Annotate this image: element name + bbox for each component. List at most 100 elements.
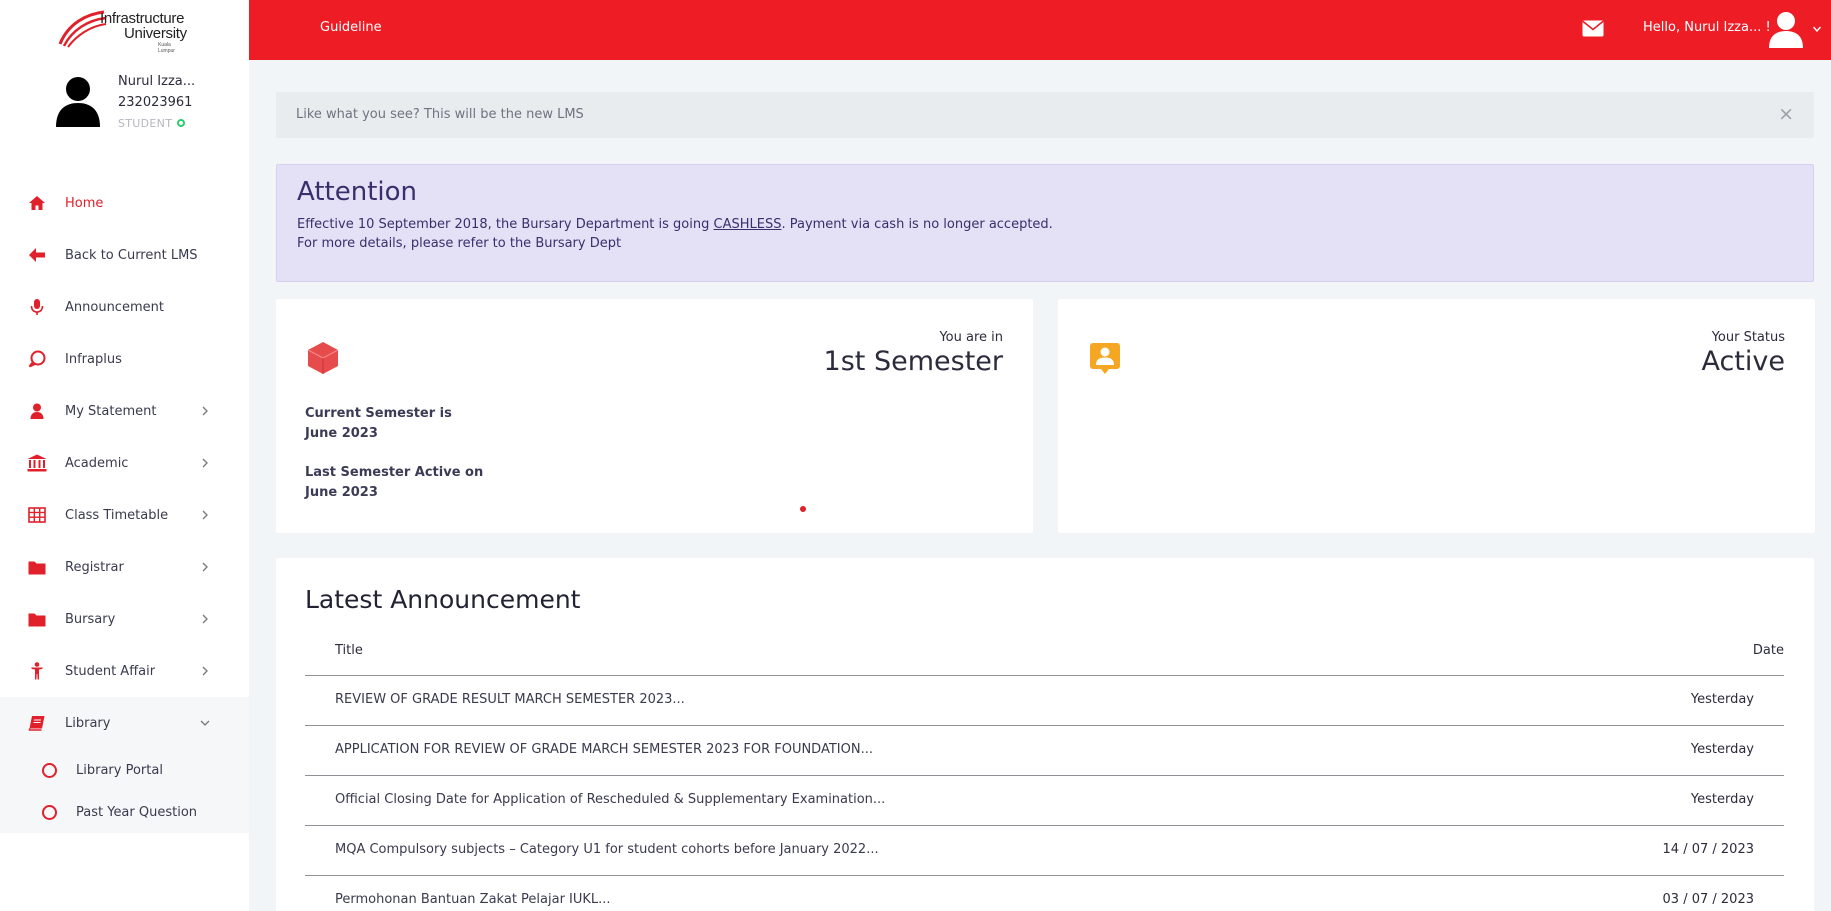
sidebar-item-label: Class Timetable	[65, 507, 169, 523]
column-header-title: Title	[335, 643, 363, 658]
folder-icon	[27, 557, 47, 577]
announcement-title: Latest Announcement	[305, 585, 581, 614]
semester-value: 1st Semester	[823, 346, 1003, 377]
home-icon	[27, 193, 47, 213]
table-row[interactable]: Official Closing Date for Application of…	[305, 776, 1784, 826]
announcement-row-title[interactable]: APPLICATION FOR REVIEW OF GRADE MARCH SE…	[335, 742, 873, 757]
chevron-right-icon	[202, 562, 208, 572]
sidebar-item-infraplus[interactable]: Infraplus	[0, 333, 249, 385]
current-semester-value: June 2023	[305, 426, 378, 441]
attention-line-1: Effective 10 September 2018, the Bursary…	[297, 217, 1053, 232]
folder-icon	[27, 609, 47, 629]
chat-bubble-icon	[27, 349, 47, 369]
last-semester-info: Last Semester Active on June 2023	[305, 463, 483, 503]
profile-id: 232023961	[118, 95, 193, 110]
table-row[interactable]: MQA Compulsory subjects – Category U1 fo…	[305, 826, 1784, 876]
status-caption: Your Status	[1711, 330, 1785, 345]
circle-icon	[42, 762, 57, 778]
column-header-date: Date	[1752, 643, 1784, 658]
sidebar-item-student-affair[interactable]: Student Affair	[0, 645, 249, 697]
announcement-row-date: Yesterday	[1690, 692, 1754, 707]
user-avatar-icon[interactable]	[1768, 10, 1804, 48]
attention-text-pre: Effective 10 September 2018, the Bursary…	[297, 217, 714, 232]
sidebar-item-library[interactable]: Library	[0, 697, 249, 749]
chevron-down-icon	[200, 720, 210, 726]
current-semester-info: Current Semester is June 2023	[305, 404, 452, 444]
announcement-row-date: 14 / 07 / 2023	[1662, 842, 1754, 857]
profile-role: STUDENT	[118, 117, 186, 130]
chevron-right-icon	[202, 666, 208, 676]
sidebar-subitem-label: Past Year Question	[76, 804, 198, 820]
top-bar: Guideline Hello, Nurul Izza... !	[249, 0, 1831, 60]
profile-avatar	[56, 77, 100, 127]
cashless-link[interactable]: CASHLESS	[714, 217, 782, 232]
announcement-row-date: Yesterday	[1690, 742, 1754, 757]
table-row[interactable]: REVIEW OF GRADE RESULT MARCH SEMESTER 20…	[305, 676, 1784, 726]
book-icon	[27, 713, 47, 733]
sidebar-subitem-past-year-question[interactable]: Past Year Question	[0, 791, 249, 833]
sidebar-item-label: Library	[65, 715, 111, 731]
sidebar-item-back-to-lms[interactable]: Back to Current LMS	[0, 229, 249, 281]
profile-name: Nurul Izza...	[118, 74, 196, 89]
caret-down-icon[interactable]	[1813, 26, 1821, 32]
last-semester-label: Last Semester Active on	[305, 465, 484, 480]
sidebar-item-label: Registrar	[65, 559, 124, 575]
arrow-left-icon	[27, 245, 47, 265]
user-greeting[interactable]: Hello, Nurul Izza... !	[1643, 20, 1771, 35]
announcement-row-title[interactable]: REVIEW OF GRADE RESULT MARCH SEMESTER 20…	[335, 692, 685, 707]
sidebar-item-label: Infraplus	[65, 351, 122, 367]
guideline-link[interactable]: Guideline	[320, 20, 382, 35]
cube-icon	[307, 342, 339, 374]
sidebar-item-label: Bursary	[65, 611, 116, 627]
new-lms-notice: Like what you see? This will be the new …	[276, 92, 1814, 138]
sidebar-item-label: Back to Current LMS	[65, 247, 198, 263]
table-row[interactable]: APPLICATION FOR REVIEW OF GRADE MARCH SE…	[305, 726, 1784, 776]
sidebar-item-label: Announcement	[65, 299, 164, 315]
close-icon[interactable]: ×	[1778, 103, 1794, 125]
microphone-icon	[27, 297, 47, 317]
person-icon	[27, 661, 47, 681]
loading-spinner-icon	[800, 506, 806, 512]
user-badge-icon	[1090, 343, 1120, 374]
sidebar-item-my-statement[interactable]: My Statement	[0, 385, 249, 437]
attention-text-post: . Payment via cash is no longer accepted…	[781, 217, 1053, 232]
table-row[interactable]: Permohonan Bantuan Zakat Pelajar IUKL...…	[305, 876, 1784, 911]
notice-text: Like what you see? This will be the new …	[296, 107, 584, 122]
user-icon	[27, 401, 47, 421]
sidebar-item-registrar[interactable]: Registrar	[0, 541, 249, 593]
status-card: Your Status Active	[1058, 299, 1815, 533]
sidebar-subitem-label: Library Portal	[76, 762, 163, 778]
attention-title: Attention	[297, 177, 417, 207]
announcement-row-title[interactable]: MQA Compulsory subjects – Category U1 fo…	[335, 842, 879, 857]
sidebar-item-bursary[interactable]: Bursary	[0, 593, 249, 645]
chevron-right-icon	[202, 458, 208, 468]
sidebar-item-home[interactable]: Home	[0, 177, 249, 229]
semester-card: You are in 1st Semester Current Semester…	[276, 299, 1033, 533]
sidebar-item-label: Academic	[65, 455, 129, 471]
announcement-row-title[interactable]: Official Closing Date for Application of…	[335, 792, 885, 807]
profile-role-label: STUDENT	[118, 117, 173, 130]
bank-icon	[27, 453, 47, 473]
status-value: Active	[1701, 346, 1785, 377]
current-semester-label: Current Semester is	[305, 406, 452, 421]
chevron-right-icon	[202, 510, 208, 520]
semester-caption: You are in	[939, 330, 1003, 345]
sidebar-item-announcement[interactable]: Announcement	[0, 281, 249, 333]
sidebar: Infrastructure University Kuala Lumpur N…	[0, 0, 249, 911]
sidebar-item-label: Student Affair	[65, 663, 156, 679]
announcement-row-date: 03 / 07 / 2023	[1662, 892, 1754, 907]
last-semester-value: June 2023	[305, 485, 378, 500]
attention-alert: Attention Effective 10 September 2018, t…	[276, 164, 1814, 282]
sidebar-subitem-library-portal[interactable]: Library Portal	[0, 749, 249, 791]
sidebar-item-class-timetable[interactable]: Class Timetable	[0, 489, 249, 541]
table-icon	[27, 505, 47, 525]
mail-icon[interactable]	[1582, 20, 1604, 37]
logo-line-2: University	[124, 25, 187, 42]
announcement-row-date: Yesterday	[1690, 792, 1754, 807]
online-status-icon	[177, 119, 186, 127]
announcement-row-title[interactable]: Permohonan Bantuan Zakat Pelajar IUKL...	[335, 892, 611, 907]
university-logo[interactable]: Infrastructure University Kuala Lumpur	[58, 8, 188, 54]
chevron-right-icon	[202, 406, 208, 416]
attention-line-2: For more details, please refer to the Bu…	[297, 236, 622, 251]
sidebar-item-academic[interactable]: Academic	[0, 437, 249, 489]
